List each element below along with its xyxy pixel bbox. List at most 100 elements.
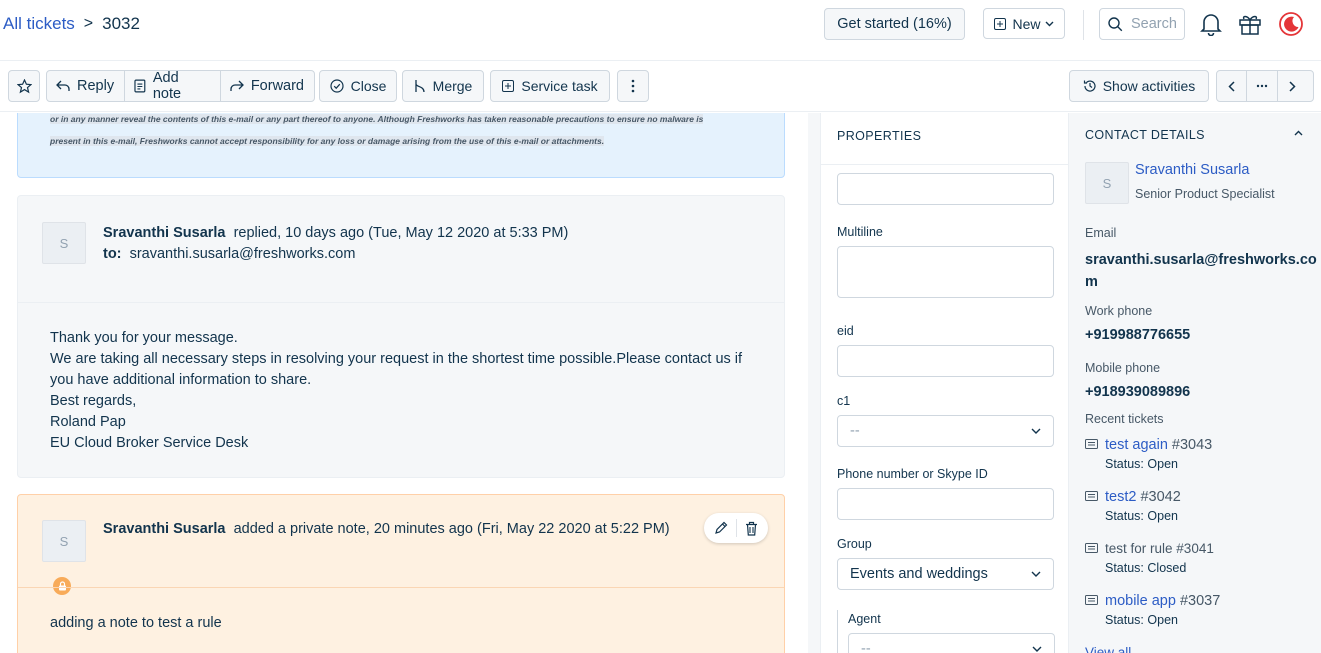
star-button[interactable] (8, 70, 40, 102)
view-all-link[interactable]: View all (1085, 645, 1131, 653)
reply-label: Reply (77, 78, 115, 94)
work-phone-label: Work phone (1085, 304, 1153, 318)
pane-separator (808, 113, 820, 653)
reply-button[interactable]: Reply (47, 71, 126, 101)
merge-button[interactable]: Merge (402, 70, 484, 102)
ticket-title-link[interactable]: test again (1105, 437, 1168, 453)
private-note-card: S Sravanthi Susarla added a private note… (17, 494, 785, 653)
note-icon (134, 79, 146, 93)
note-header: Sravanthi Susarla added a private note, … (103, 521, 670, 537)
ticket-id: 3032 (102, 14, 140, 33)
phone-field[interactable] (837, 488, 1054, 520)
eid-field[interactable] (837, 345, 1054, 377)
chevron-down-icon (1031, 428, 1041, 434)
agent-value: -- (861, 641, 871, 653)
chevron-up-icon[interactable] (1294, 130, 1303, 136)
to-label: to: (103, 246, 122, 262)
more-actions-button[interactable] (617, 70, 649, 102)
body-line: EU Cloud Broker Service Desk (50, 435, 249, 451)
all-tickets-link[interactable]: All tickets (3, 14, 75, 34)
to-address: sravanthi.susarla@freshworks.com (129, 246, 356, 262)
ticket-status-label: Status: (1105, 457, 1144, 471)
contact-details-title: CONTACT DETAILS (1085, 128, 1205, 142)
top-header: All tickets > 3032 Get started (16%) New… (0, 0, 1321, 50)
bell-icon[interactable] (1200, 12, 1222, 36)
ticket-nav-group (1216, 70, 1314, 102)
forward-button[interactable]: Forward (221, 71, 314, 101)
avatar: S (42, 520, 86, 562)
plus-square-icon (994, 17, 1007, 30)
agent-select[interactable]: -- (848, 633, 1055, 653)
ticket-icon (1085, 439, 1098, 449)
author-name[interactable]: Sravanthi Susarla (103, 521, 226, 537)
multiline-label: Multiline (837, 225, 883, 239)
close-label: Close (350, 78, 387, 94)
ticket-status: Open (1147, 613, 1178, 627)
ticket-number: #3037 (1179, 593, 1221, 609)
ticket-status-label: Status: (1105, 613, 1144, 627)
more-nav-button[interactable] (1247, 71, 1278, 101)
show-activities-button[interactable]: Show activities (1069, 70, 1209, 102)
search-input[interactable]: Search (1099, 8, 1185, 40)
mobile-phone-value: +918939089896 (1085, 384, 1191, 400)
body-line: Best regards, (50, 393, 137, 409)
multiline-field[interactable] (837, 246, 1054, 298)
ticket-status: Open (1147, 457, 1178, 471)
legal-notice-line: present in this e-mail, Freshworks canno… (50, 136, 605, 146)
body-line: Roland Pap (50, 414, 126, 430)
email-value: sravanthi.susarla@freshworks.co m (1085, 249, 1317, 293)
search-placeholder: Search (1131, 16, 1177, 32)
conversation-header: Sravanthi Susarla replied, 10 days ago (… (103, 223, 568, 265)
c1-value: -- (850, 423, 860, 439)
header-divider (1083, 10, 1084, 40)
recent-tickets-label: Recent tickets (1085, 412, 1164, 426)
eid-label: eid (837, 324, 854, 338)
conversation-pane: or in any manner reveal the contents of … (0, 113, 808, 653)
previous-ticket-button[interactable] (1217, 71, 1247, 101)
chevron-right-icon (1289, 80, 1296, 92)
ticket-status: Closed (1147, 561, 1187, 575)
star-icon (16, 78, 32, 93)
trash-icon[interactable] (745, 521, 758, 536)
freshworks-logo-icon[interactable] (1279, 12, 1303, 36)
reply-actions-group: Reply Add note Forward (46, 70, 315, 102)
contact-details-panel: CONTACT DETAILS S Sravanthi Susarla Seni… (1069, 113, 1321, 653)
ticket-title-link[interactable]: mobile app (1105, 593, 1176, 609)
add-note-label: Add note (152, 70, 182, 102)
body-line: Thank you for your message. (50, 330, 238, 346)
chevron-down-icon (1032, 646, 1042, 652)
breadcrumb: All tickets > 3032 (3, 14, 140, 34)
next-ticket-button[interactable] (1278, 71, 1307, 101)
ticket-title-link[interactable]: test2 (1105, 489, 1136, 505)
chevron-left-icon (1228, 80, 1235, 92)
work-phone-value: +919988776655 (1085, 327, 1191, 343)
service-task-button[interactable]: Service task (490, 70, 610, 102)
c1-select[interactable]: -- (837, 415, 1054, 447)
edit-icon[interactable] (714, 521, 728, 535)
show-activities-label: Show activities (1102, 78, 1196, 94)
get-started-button[interactable]: Get started (16%) (824, 8, 965, 40)
gift-icon[interactable] (1238, 12, 1262, 36)
ticket-number: #3042 (1140, 489, 1181, 505)
lock-icon (53, 577, 71, 595)
ticket-status-label: Status: (1105, 561, 1144, 575)
legal-notice-block: or in any manner reveal the contents of … (17, 113, 785, 178)
agent-label: Agent (848, 612, 881, 626)
close-button[interactable]: Close (319, 70, 397, 102)
forward-icon (230, 80, 244, 91)
vertical-dots-icon (631, 79, 635, 93)
email-line: m (1085, 274, 1098, 290)
add-note-button[interactable]: Add note (125, 71, 221, 101)
new-button[interactable]: New (983, 8, 1065, 39)
properties-panel: PROPERTIES Multiline eid c1 -- Phone num… (820, 113, 1069, 653)
author-name[interactable]: Sravanthi Susarla (103, 225, 226, 241)
contact-avatar: S (1085, 162, 1129, 204)
email-line: sravanthi.susarla@freshworks.co (1085, 252, 1317, 268)
contact-name-link[interactable]: Sravanthi Susarla (1135, 162, 1249, 178)
ticket-number: #3043 (1171, 437, 1213, 453)
email-label: Email (1085, 226, 1117, 240)
group-select[interactable]: Events and weddings (837, 558, 1054, 590)
text-field[interactable] (837, 173, 1054, 205)
group-label: Group (837, 537, 872, 551)
ticket-title: test for rule (1105, 541, 1173, 556)
